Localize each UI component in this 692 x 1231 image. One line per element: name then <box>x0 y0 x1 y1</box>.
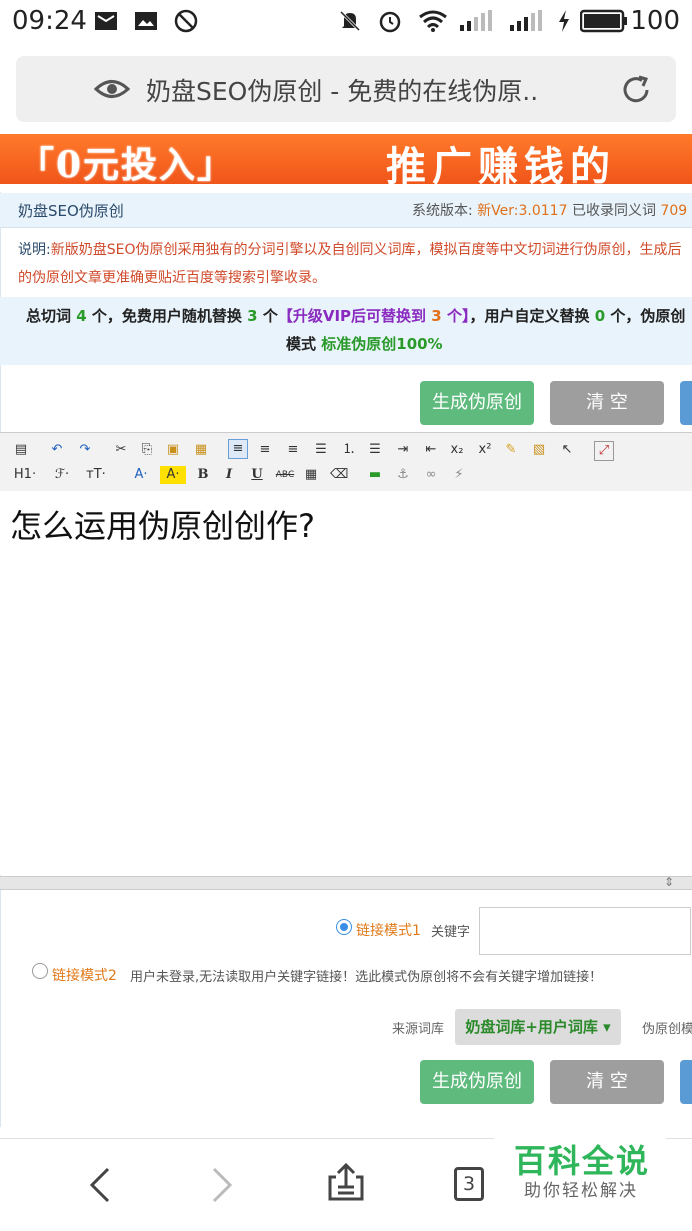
mute-icon <box>339 10 361 32</box>
unordered-list-icon[interactable]: ☰ <box>366 441 384 459</box>
copy-icon[interactable]: ⎘ <box>138 441 156 459</box>
underline-button[interactable]: U <box>248 466 266 484</box>
tabs-button[interactable]: 3 <box>454 1167 484 1201</box>
select-all-icon[interactable]: ▧ <box>530 441 548 459</box>
watermark-logo: 百科全说 助你轻松解决 <box>494 1128 666 1208</box>
description: 说明:新版奶盘SEO伪原创采用独有的分词引擎以及自创同义词库，模拟百度等中文切词… <box>18 236 686 292</box>
link-mode-2-label[interactable]: 链接模式2 <box>52 965 117 985</box>
share-icon[interactable] <box>326 1163 366 1203</box>
editor-content[interactable]: 怎么运用伪原创创作? <box>10 501 315 547</box>
link-mode-2-radio[interactable] <box>32 963 48 979</box>
italic-button[interactable]: I <box>220 466 238 484</box>
heading-dropdown[interactable]: H1· <box>10 466 40 484</box>
redo-icon[interactable]: ↷ <box>76 441 94 459</box>
eraser-icon[interactable]: ⌫ <box>330 466 348 484</box>
status-time: 09:24 <box>12 6 87 36</box>
do-not-disturb-icon <box>174 9 198 33</box>
clear-button-top[interactable]: 清 空 <box>550 381 664 425</box>
signal-2-icon <box>510 10 542 31</box>
wifi-icon <box>419 10 447 32</box>
keyword-label: 关键字 <box>431 925 471 940</box>
unlink-icon[interactable]: ⚡ <box>450 466 468 484</box>
source-select[interactable]: 奶盘词库+用户词库 ▾ <box>455 1009 621 1045</box>
pointer-icon[interactable]: ↖ <box>558 441 576 459</box>
source-label: 来源词库 <box>392 1022 445 1037</box>
link-icon[interactable]: ∞ <box>422 466 440 484</box>
resize-grip-icon[interactable]: ⇕ <box>664 875 674 889</box>
table-icon[interactable]: ▦ <box>302 466 320 484</box>
watermark-subtitle: 助你轻松解决 <box>524 1181 638 1201</box>
superscript-icon[interactable]: x² <box>476 441 494 459</box>
description-label: 说明: <box>18 242 51 258</box>
back-icon[interactable] <box>86 1167 114 1203</box>
stats-line: 总切词 4 个，免费用户随机替换 3 个【升级VIP后可替换到 3 个】，用户自… <box>26 307 686 325</box>
extra-button-bottom[interactable] <box>680 1060 692 1104</box>
ordered-list-icon[interactable]: ⒈ <box>340 441 358 459</box>
generate-button-bottom[interactable]: 生成伪原创 <box>420 1060 534 1104</box>
bg-color-button[interactable]: A· <box>160 466 186 484</box>
alarm-icon <box>379 11 401 33</box>
strikethrough-button[interactable]: ABC <box>274 466 296 484</box>
editor-area[interactable]: 怎么运用伪原创创作? <box>0 491 692 875</box>
link-mode-1-label[interactable]: 链接模式1 <box>356 920 421 940</box>
generate-button-top[interactable]: 生成伪原创 <box>420 381 534 425</box>
mode-line: 模式 标准伪原创100% <box>286 335 443 353</box>
signal-1-icon <box>460 10 492 31</box>
status-bar: 09:24 100 <box>0 0 692 44</box>
indent-icon[interactable]: ⇥ <box>394 441 412 459</box>
clear-button-bottom[interactable]: 清 空 <box>550 1060 664 1104</box>
reload-icon[interactable] <box>620 74 652 106</box>
subscript-icon[interactable]: x₂ <box>448 441 466 459</box>
anchor-icon[interactable]: ⚓ <box>394 466 412 484</box>
page-title: 奶盘SEO伪原创 - 免费的在线伪原.. <box>146 77 539 106</box>
outdent-icon[interactable]: ⇤ <box>422 441 440 459</box>
mode-label-partial: 伪原创模 <box>642 1022 692 1037</box>
font-color-button[interactable]: A· <box>128 466 154 484</box>
forward-icon[interactable] <box>208 1167 236 1203</box>
mail-icon <box>95 12 117 30</box>
paste-text-icon[interactable]: ▦ <box>192 441 210 459</box>
extra-button-top[interactable] <box>680 381 692 425</box>
promo-banner[interactable]: 「0元投入」 推广赚钱的 <box>0 134 692 184</box>
cut-icon[interactable]: ✂ <box>112 441 130 459</box>
align-right-icon[interactable]: ≡ <box>284 441 302 459</box>
eye-icon <box>94 80 130 98</box>
charging-icon <box>559 10 569 32</box>
banner-left-text: 「0元投入」 <box>18 144 236 184</box>
fullscreen-icon[interactable]: ⤢ <box>594 441 614 461</box>
site-header: 奶盘SEO伪原创 系统版本: 新Ver:3.0117 已收录同义词 709 <box>0 193 692 228</box>
insert-hr-icon[interactable]: ▬ <box>366 466 384 484</box>
undo-icon[interactable]: ↶ <box>48 441 66 459</box>
link-mode-1-radio[interactable] <box>336 919 352 935</box>
paste-icon[interactable]: ▣ <box>164 441 182 459</box>
align-center-icon[interactable]: ≡ <box>256 441 274 459</box>
editor-toolbar: ▤ ↶ ↷ ✂ ⎘ ▣ ▦ ≡ ≡ ≡ ☰ ⒈ ☰ ⇥ ⇤ x₂ x² ✎ ▧ … <box>0 432 692 492</box>
clear-format-icon[interactable]: ✎ <box>502 441 520 459</box>
site-title: 奶盘SEO伪原创 <box>18 202 124 220</box>
align-justify-icon[interactable]: ☰ <box>312 441 330 459</box>
banner-right-text: 推广赚钱的 <box>386 143 616 184</box>
bold-button[interactable]: B <box>194 466 212 484</box>
description-text: 新版奶盘SEO伪原创采用独有的分词引擎以及自创同义词库，模拟百度等中文切词进行伪… <box>18 242 682 286</box>
version-info: 系统版本: 新Ver:3.0117 已收录同义词 709 <box>412 203 688 219</box>
battery-level: 100 <box>630 6 680 36</box>
align-left-icon[interactable]: ≡ <box>228 439 248 459</box>
font-family-dropdown[interactable]: ℱ· <box>50 466 74 484</box>
font-size-dropdown[interactable]: тT· <box>82 466 110 484</box>
keyword-input[interactable] <box>479 907 691 955</box>
link-mode-2-note: 用户未登录,无法读取用户关键字链接！选此模式伪原创将不会有关键字增加链接！ <box>130 970 603 985</box>
stats-panel: 总切词 4 个，免费用户随机替换 3 个【升级VIP后可替换到 3 个】，用户自… <box>0 297 692 365</box>
source-icon[interactable]: ▤ <box>12 441 30 459</box>
address-bar[interactable]: 奶盘SEO伪原创 - 免费的在线伪原.. <box>16 56 676 122</box>
battery-icon <box>580 9 627 33</box>
image-notification-icon <box>135 12 157 30</box>
editor-resize-handle[interactable]: ⇕ <box>0 875 692 890</box>
